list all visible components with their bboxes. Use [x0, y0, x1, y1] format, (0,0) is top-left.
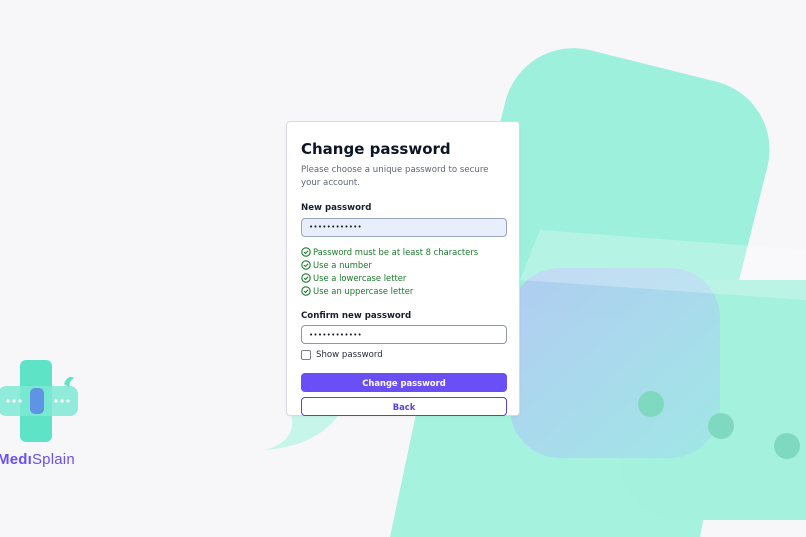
confirm-password-label: Confirm new password [301, 310, 412, 321]
show-password-row[interactable]: Show password [301, 349, 505, 361]
show-password-checkbox[interactable] [301, 350, 311, 360]
brand-name-bold: Medı [0, 451, 32, 468]
brand-name: MedıSplain [0, 451, 75, 468]
password-rules: Password must be at least 8 characters U… [301, 246, 505, 298]
rule-item: Password must be at least 8 characters [301, 246, 505, 259]
page-subtitle: Please choose a unique password to secur… [301, 165, 489, 188]
back-button[interactable]: Back [301, 397, 507, 416]
rule-text: Password must be at least 8 characters [313, 247, 479, 257]
new-password-label: New password [301, 203, 372, 213]
bubble-dot-3 [774, 433, 800, 459]
rule-text: Use a number [313, 260, 372, 270]
rule-text: Use an uppercase letter [313, 286, 414, 296]
lavender-overlap [510, 268, 720, 458]
check-circle-icon [301, 247, 311, 257]
check-circle-icon [301, 286, 311, 296]
rule-item: Use an uppercase letter [301, 285, 505, 298]
bubble-dot-1 [638, 391, 664, 417]
medical-cross-chat-icon [0, 360, 78, 442]
brand-name-regular: Splain [31, 451, 75, 468]
show-password-label: Show password [316, 350, 383, 360]
check-circle-icon [301, 273, 311, 283]
change-password-card: Change password Please choose a unique p… [286, 121, 520, 416]
rule-text: Use a lowercase letter [313, 273, 407, 283]
bubble-dot-2 [708, 413, 734, 439]
check-circle-icon [301, 260, 311, 270]
rule-item: Use a number [301, 259, 505, 272]
page-title: Change password [301, 140, 451, 158]
rule-item: Use a lowercase letter [301, 272, 505, 285]
confirm-password-input[interactable] [301, 325, 507, 344]
change-password-button[interactable]: Change password [301, 373, 507, 392]
new-password-input[interactable] [301, 217, 507, 237]
